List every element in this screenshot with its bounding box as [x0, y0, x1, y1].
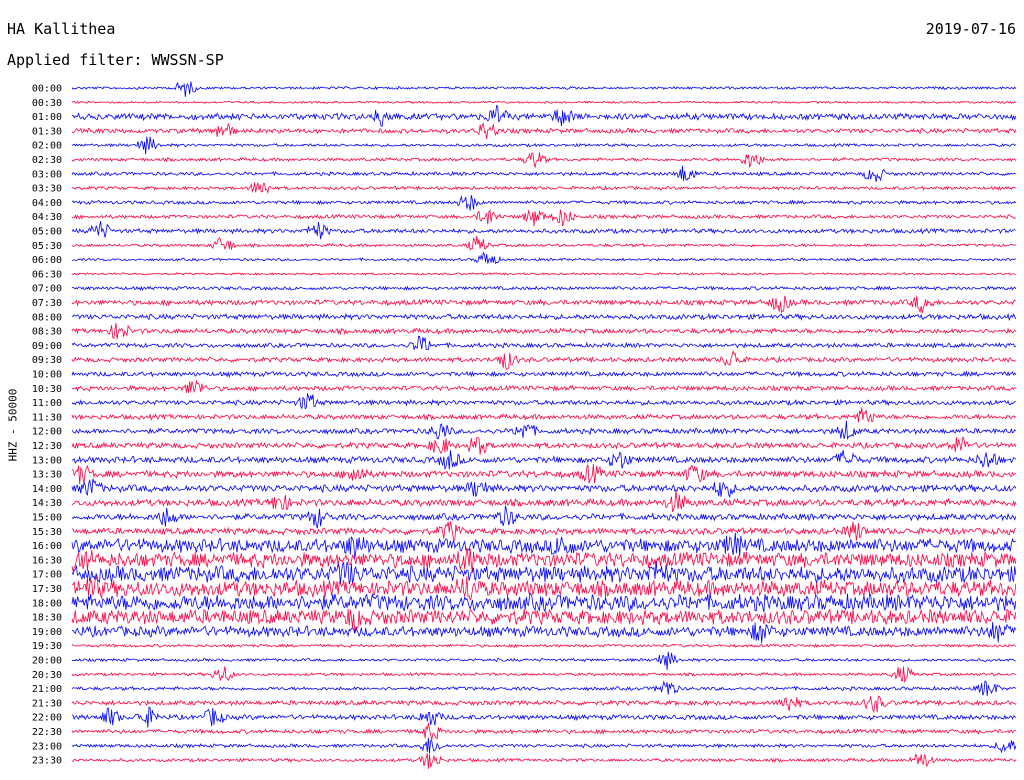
time-label: 14:00 — [32, 484, 62, 495]
seismogram-plot: 00:00 00:30 01:00 01:30 02:00 02:30 03:00 03:30… — [32, 81, 1017, 769]
time-label: 16:30 — [32, 555, 62, 566]
trace-line — [71, 104, 1017, 127]
time-label: 09:00 — [32, 341, 62, 352]
trace-line — [71, 392, 1016, 410]
time-label: 08:30 — [32, 327, 62, 338]
trace-line — [71, 592, 1017, 613]
trace-line — [71, 753, 1017, 769]
trace-line — [71, 695, 1017, 714]
trace-line — [71, 122, 1017, 140]
trace-line — [71, 221, 1016, 240]
trace-line — [71, 312, 1017, 322]
trace-line — [71, 235, 1016, 251]
trace-line — [71, 272, 1016, 276]
trace-line — [71, 407, 1017, 423]
time-label: 01:00 — [32, 112, 62, 123]
trace-line — [71, 666, 1017, 683]
time-label: 09:30 — [32, 355, 62, 366]
trace-line — [71, 209, 1016, 227]
time-label: 02:30 — [32, 155, 62, 166]
time-label: 12:30 — [32, 441, 62, 452]
time-label: 02:00 — [32, 141, 62, 152]
time-label: 22:00 — [32, 713, 62, 724]
time-label: 01:30 — [32, 126, 62, 137]
time-label: 07:30 — [32, 298, 62, 309]
time-label: 23:00 — [32, 741, 62, 752]
time-label: 05:00 — [32, 227, 62, 238]
time-label: 19:30 — [32, 641, 62, 652]
time-label: 18:00 — [32, 598, 62, 609]
trace-line — [71, 136, 1017, 155]
time-label: 15:00 — [32, 513, 62, 524]
trace-line — [71, 182, 1016, 195]
trace-line — [71, 379, 1016, 394]
trace-line — [71, 152, 1017, 169]
time-label: 23:30 — [32, 756, 62, 767]
trace-line — [71, 420, 1017, 441]
time-label: 21:00 — [32, 684, 62, 695]
trace-line — [71, 251, 1016, 265]
trace-line — [71, 449, 1017, 471]
time-label: 14:30 — [32, 498, 62, 509]
time-label: 03:30 — [32, 184, 62, 195]
trace-line — [71, 195, 1017, 211]
trace-line — [71, 100, 1017, 105]
time-label: 07:00 — [32, 284, 62, 295]
time-label: 21:30 — [32, 698, 62, 709]
time-label: 04:00 — [32, 198, 62, 209]
trace-line — [71, 463, 1017, 485]
trace-line — [71, 370, 1017, 378]
trace-line — [71, 737, 1017, 754]
trace-line — [71, 521, 1017, 541]
time-label: 12:00 — [32, 427, 62, 438]
trace-line — [71, 165, 1016, 182]
time-label: 11:00 — [32, 398, 62, 409]
time-label: 06:00 — [32, 255, 62, 266]
trace-line — [71, 322, 1017, 340]
time-label: 20:30 — [32, 670, 62, 681]
trace-line — [71, 490, 1017, 513]
time-label: 17:00 — [32, 570, 62, 581]
trace-line — [71, 621, 1017, 644]
trace-line — [71, 478, 1017, 499]
time-label: 16:00 — [32, 541, 62, 552]
time-label: 11:30 — [32, 412, 62, 423]
trace-line — [71, 680, 1017, 696]
trace-line — [71, 295, 1017, 314]
time-label: 18:30 — [32, 613, 62, 624]
time-label: 10:00 — [32, 370, 62, 381]
time-label: 15:30 — [32, 527, 62, 538]
time-label: 13:30 — [32, 470, 62, 481]
time-label: 00:30 — [32, 98, 62, 109]
time-label: 22:30 — [32, 727, 62, 738]
trace-line — [71, 336, 1017, 351]
time-label: 04:30 — [32, 212, 62, 223]
time-label: 08:00 — [32, 312, 62, 323]
trace-line — [71, 651, 1016, 671]
trace-line — [71, 436, 1017, 455]
trace-line — [71, 349, 1016, 370]
trace-line — [71, 81, 1017, 97]
time-label: 03:00 — [32, 169, 62, 180]
time-label: 10:30 — [32, 384, 62, 395]
time-label: 05:30 — [32, 241, 62, 252]
trace-line — [71, 643, 1016, 649]
time-label: 20:00 — [32, 656, 62, 667]
time-label: 19:00 — [32, 627, 62, 638]
trace-line — [71, 608, 1017, 634]
time-label: 06:30 — [32, 269, 62, 280]
time-label: 00:00 — [32, 84, 62, 95]
trace-line — [71, 505, 1017, 529]
time-label: 13:00 — [32, 455, 62, 466]
time-label: 17:30 — [32, 584, 62, 595]
trace-line — [71, 722, 1017, 741]
trace-line — [71, 285, 1017, 291]
